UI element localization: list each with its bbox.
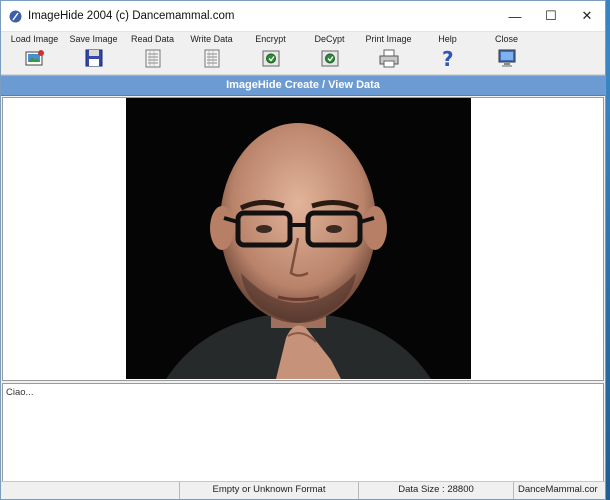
status-format: Empty or Unknown Format — [179, 482, 358, 499]
decrypt-label: DeCypt — [314, 34, 345, 44]
status-website: DanceMammal.cor — [513, 482, 605, 499]
close-label: Close — [494, 34, 518, 44]
read-data-button[interactable]: Read Data — [123, 32, 182, 74]
encrypt-button[interactable]: Encrypt — [241, 32, 300, 74]
help-label: Help — [438, 34, 457, 44]
help-button[interactable]: Help ? — [418, 32, 477, 74]
status-cell-1 — [1, 482, 179, 499]
minimize-button[interactable]: — — [497, 1, 533, 31]
section-header: ImageHide Create / View Data — [1, 75, 605, 96]
status-bar: Empty or Unknown Format Data Size : 2880… — [1, 481, 605, 499]
image-panel — [2, 97, 604, 381]
save-image-label: Save Image — [69, 34, 118, 44]
save-image-button[interactable]: Save Image — [64, 32, 123, 74]
decrypt-button[interactable]: DeCypt — [300, 32, 359, 74]
write-data-button[interactable]: Write Data — [182, 32, 241, 74]
maximize-button[interactable]: ☐ — [533, 1, 569, 31]
toolbar: Load Image Save Image Read Data Write Da… — [1, 32, 605, 75]
encrypt-label: Encrypt — [255, 34, 286, 44]
decrypt-icon — [321, 50, 338, 67]
load-image-label: Load Image — [10, 34, 59, 44]
close-app-button[interactable]: Close — [477, 32, 536, 74]
portrait-photo — [126, 98, 471, 379]
load-image-button[interactable]: Load Image — [5, 32, 64, 74]
printer-icon — [379, 49, 398, 68]
write-data-icon — [204, 49, 219, 68]
load-image-icon — [25, 50, 44, 66]
window-title: ImageHide 2004 (c) Dancemammal.com — [28, 10, 235, 22]
app-feather-icon — [9, 10, 22, 23]
print-image-button[interactable]: Print Image — [359, 32, 418, 74]
read-data-icon — [145, 49, 160, 68]
read-data-label: Read Data — [130, 34, 175, 44]
encrypt-icon — [262, 50, 279, 67]
status-data-size: Data Size : 28800 — [358, 482, 513, 499]
data-text-area[interactable]: Ciao... — [2, 383, 604, 483]
help-icon: ? — [442, 47, 454, 69]
close-monitor-icon — [498, 49, 515, 67]
title-bar: ImageHide 2004 (c) Dancemammal.com — ☐ ✕ — [1, 1, 605, 32]
floppy-disk-icon — [85, 49, 102, 67]
print-image-label: Print Image — [365, 34, 412, 44]
close-button[interactable]: ✕ — [569, 1, 605, 31]
write-data-label: Write Data — [190, 34, 233, 44]
svg-text:?: ? — [442, 47, 454, 69]
app-window: ImageHide 2004 (c) Dancemammal.com — ☐ ✕… — [0, 0, 606, 500]
